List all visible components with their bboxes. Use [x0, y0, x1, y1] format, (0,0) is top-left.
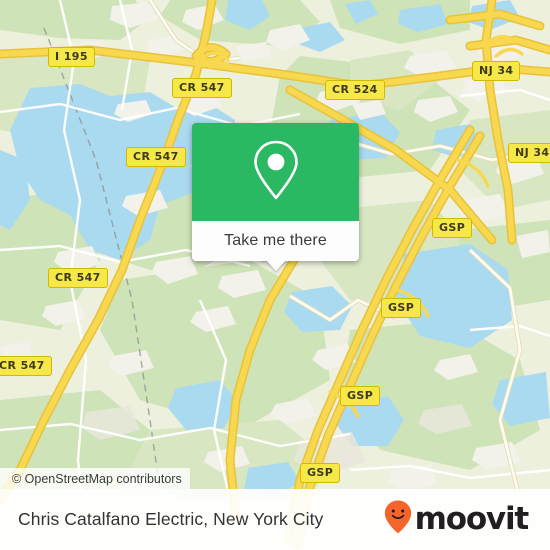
road-shield: GSP — [340, 386, 381, 406]
map-screen: .park { fill:#cfe3b8; } .park2 { fill:#d… — [0, 0, 550, 550]
road-shield: I 195 — [48, 47, 95, 67]
road-shield: NJ 34 — [508, 143, 550, 163]
moovit-logo[interactable]: moovit — [383, 499, 530, 540]
road-shield: GSP — [432, 218, 473, 238]
callout-button-label: Take me there — [224, 232, 327, 249]
road-shield: CR 547 — [172, 78, 232, 98]
road-shield: CR 547 — [0, 356, 52, 376]
footer-bar: Chris Catalfano Electric, New York City … — [0, 489, 550, 550]
moovit-pin-icon — [383, 499, 413, 540]
road-shield: GSP — [300, 463, 341, 483]
road-shield: CR 524 — [325, 80, 385, 100]
callout-pin-area — [192, 123, 359, 221]
place-title: Chris Catalfano Electric, New York City — [18, 509, 324, 529]
attribution-text: © OpenStreetMap contributors — [12, 471, 182, 486]
road-shield: CR 547 — [48, 268, 108, 288]
map-attribution[interactable]: © OpenStreetMap contributors — [0, 468, 190, 489]
map-pin-icon — [249, 138, 303, 207]
callout-tail — [265, 260, 286, 271]
road-shield: CR 547 — [126, 147, 186, 167]
road-shield: GSP — [381, 298, 422, 318]
take-me-there-callout[interactable]: Take me there — [192, 123, 359, 271]
callout-button[interactable]: Take me there — [192, 221, 359, 271]
road-shield: NJ 34 — [472, 61, 521, 81]
moovit-wordmark: moovit — [414, 501, 530, 537]
